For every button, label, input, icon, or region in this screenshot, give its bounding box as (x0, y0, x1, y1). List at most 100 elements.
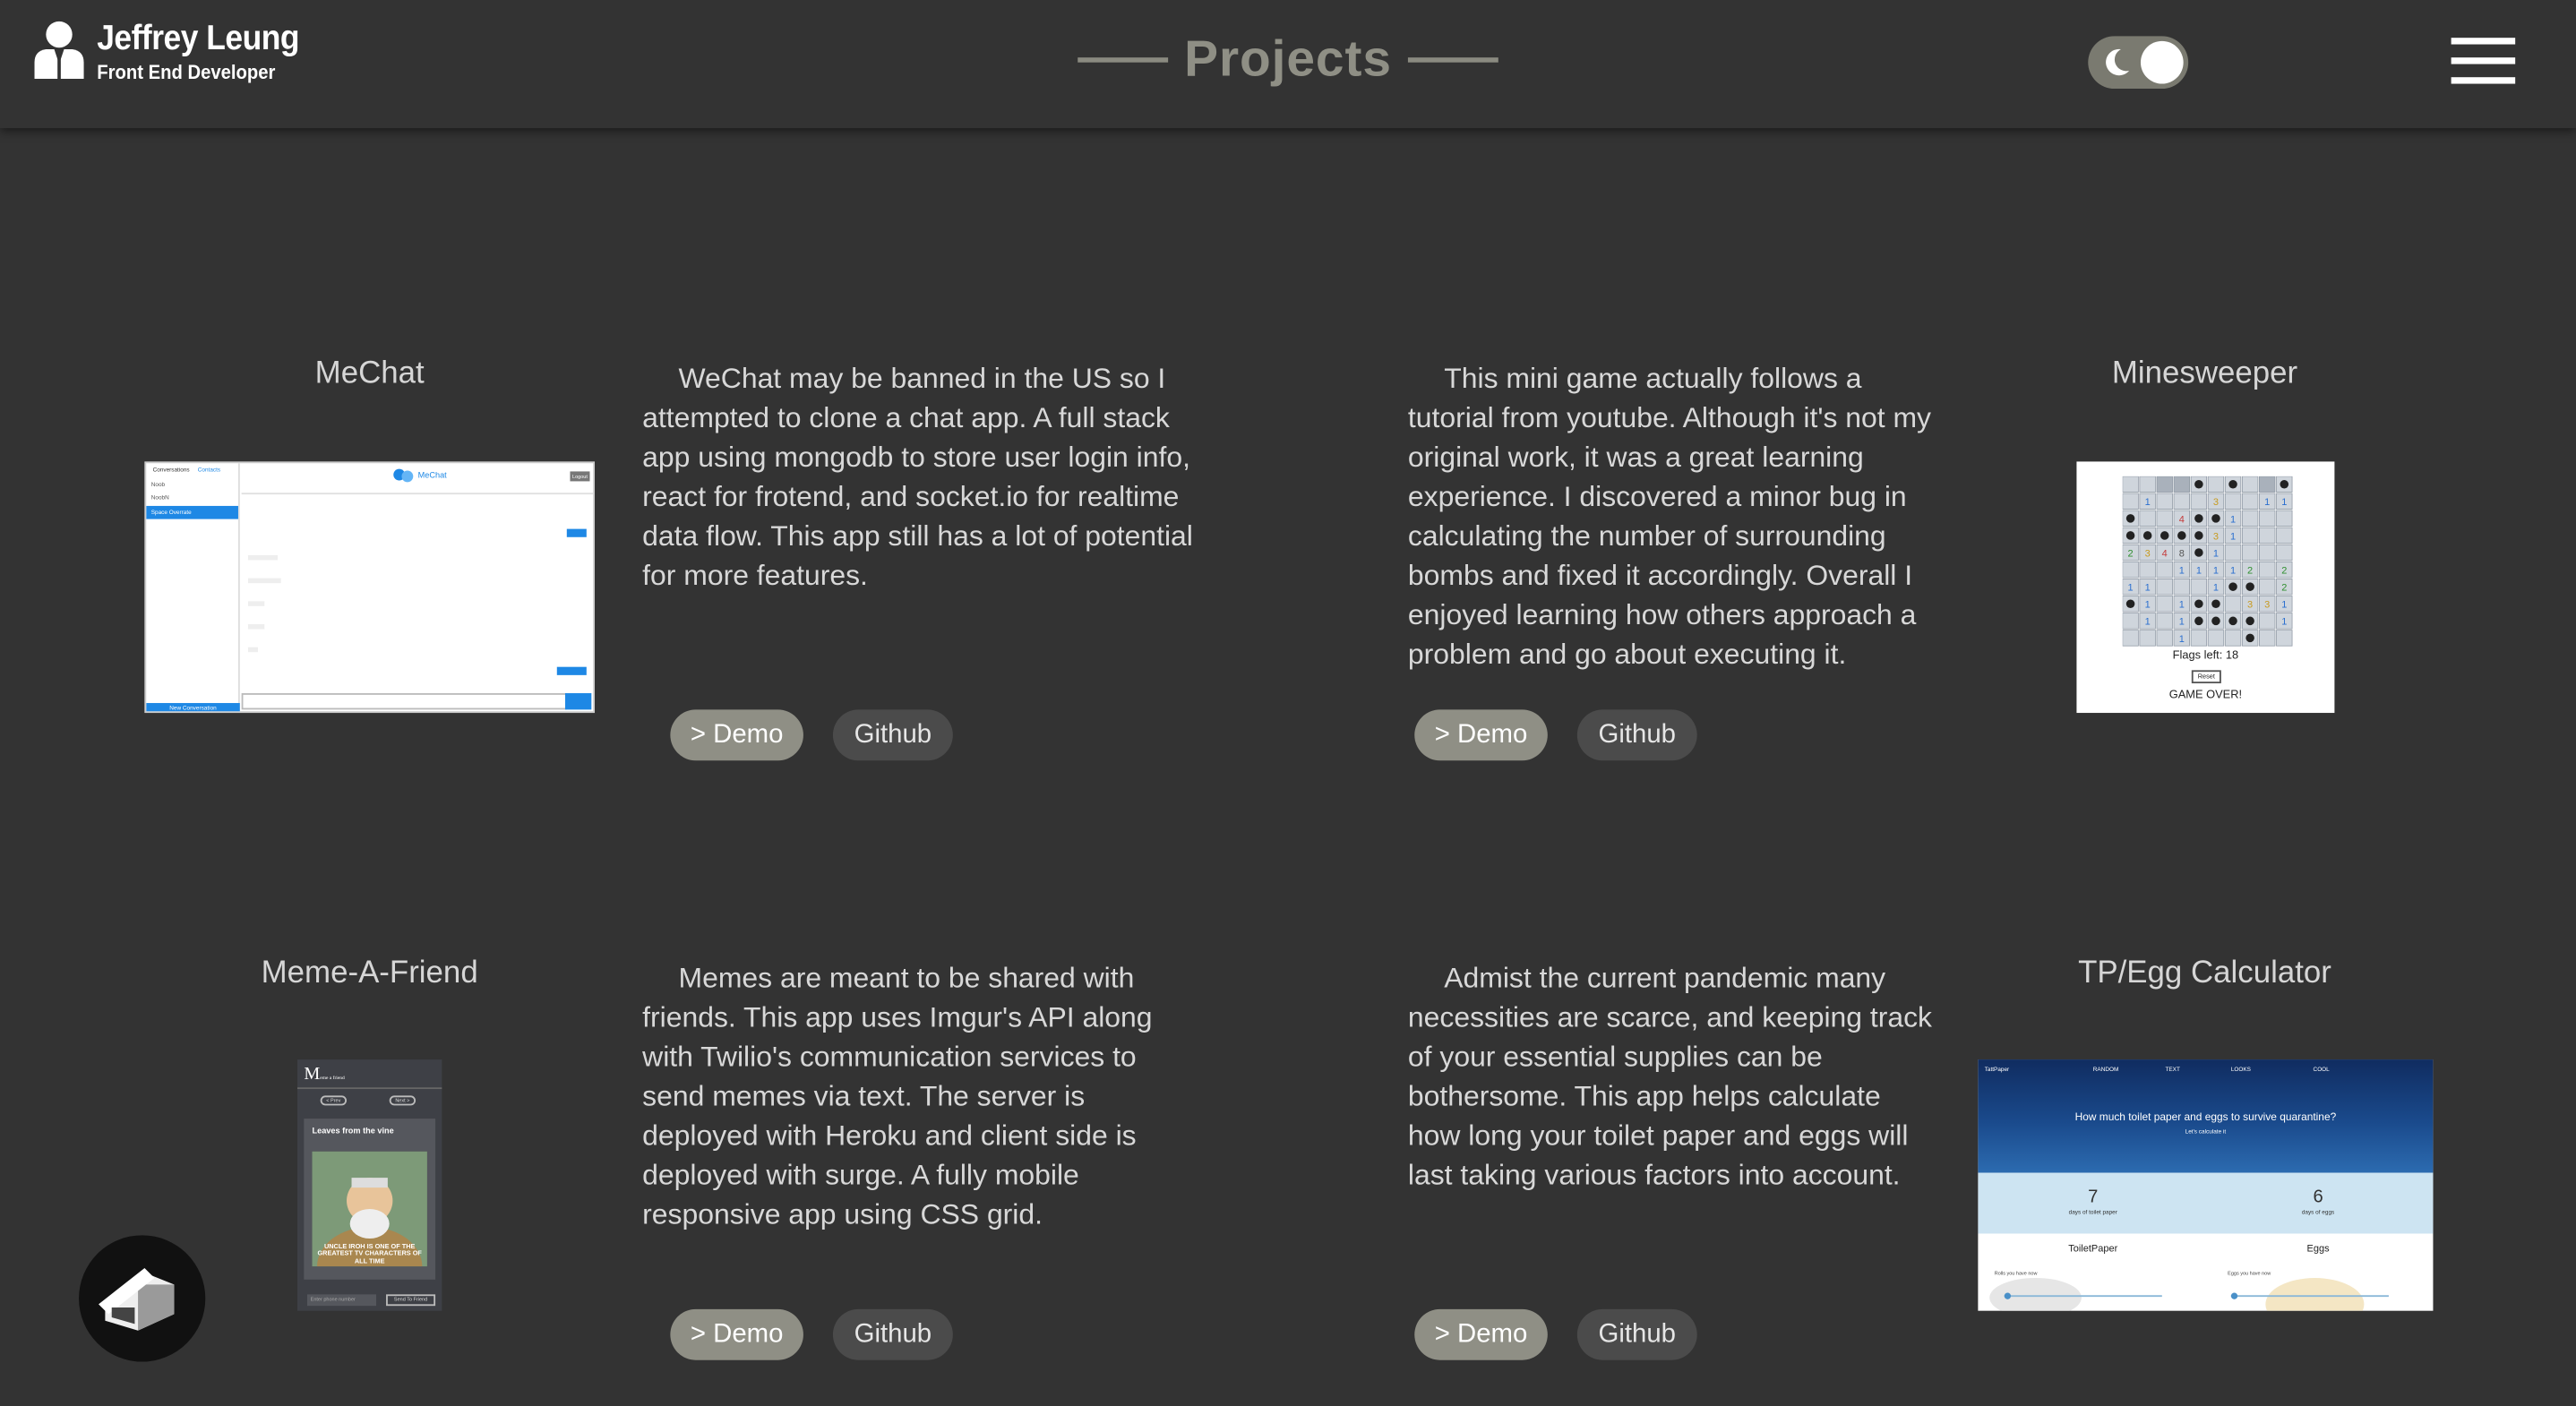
tp-results: 7 days of toilet paper 6 days of eggs (1978, 1172, 2434, 1234)
demo-button[interactable]: > Demo (1414, 1308, 1548, 1360)
project-title: Minesweeper (2111, 356, 2298, 391)
svg-text:2: 2 (2281, 566, 2287, 577)
thumb-text: Enter phone number (306, 1294, 377, 1307)
thumb-text: New Conversation (146, 703, 240, 712)
svg-text:1: 1 (2264, 497, 2270, 508)
thumb-text: Let's calculate it (2185, 1128, 2227, 1136)
meme-card: Leaves from the vine UNCLE IROH IS ONE O… (304, 1119, 436, 1280)
thumb-text: Next > (389, 1095, 416, 1106)
svg-text:3: 3 (2213, 497, 2219, 508)
thumb-text: days of eggs (2301, 1208, 2335, 1216)
thumb-text: COOL (2313, 1066, 2330, 1073)
thumb-text: Eggs (2306, 1245, 2330, 1256)
mechat-screenshot[interactable]: Conversations Contacts Noob NoobN Space … (144, 461, 595, 714)
thumb-text: GAME OVER! (2168, 690, 2243, 702)
github-button[interactable]: Github (1576, 709, 1697, 761)
project-title: TP/Egg Calculator (2078, 956, 2331, 991)
author-name: Jeffrey Leung (97, 20, 300, 58)
person-icon (33, 20, 86, 80)
github-button[interactable]: Github (1576, 1308, 1697, 1360)
author-role: Front End Developer (97, 60, 276, 84)
svg-text:3: 3 (2213, 531, 2219, 542)
thumb-text: How much toilet paper and eggs to surviv… (2074, 1111, 2337, 1124)
demo-button[interactable]: > Demo (670, 709, 803, 761)
house-icon (99, 1268, 175, 1331)
menu-bar-icon (2451, 57, 2516, 64)
svg-text:2: 2 (2128, 548, 2134, 559)
svg-text:3: 3 (2264, 600, 2270, 611)
heading-divider-right (1407, 56, 1498, 62)
svg-text:1: 1 (2213, 548, 2219, 559)
moon-icon (2106, 48, 2130, 76)
tp-egg-calculator-screenshot[interactable]: TattPaper RANDOM TEXT LOOKS COOL How muc… (1978, 1059, 2434, 1311)
thumb-text: Reset (2191, 670, 2221, 684)
thumb-text: Logout (570, 471, 590, 482)
svg-text:1: 1 (2213, 566, 2219, 577)
meme-logo: Meme a friend (304, 1065, 344, 1085)
minesweeper-grid: 1 3 1 14 13 12 3 4 8 11 1 1 1 2 21 1 1 21 1 3 3 11 1 11 (2122, 476, 2293, 647)
github-button[interactable]: Github (832, 1308, 953, 1360)
heading-divider-left (1078, 56, 1169, 62)
thumb-text: RANDOM (2092, 1066, 2119, 1073)
thumb-text: ToiletPaper (2068, 1245, 2118, 1256)
mechat-logo: MeChat (392, 468, 447, 484)
thumb-text: Send To Friend (386, 1294, 436, 1307)
portfolio-page: Jeffrey Leung Front End Developer Projec… (0, 0, 2576, 1406)
github-button[interactable]: Github (832, 709, 953, 761)
page-title-text: Projects (1184, 30, 1392, 88)
meme-a-friend-screenshot[interactable]: Meme a friend < Prev Next > Leaves from … (296, 1059, 442, 1311)
home-fab-button[interactable] (79, 1235, 206, 1362)
thumb-text: LOOKS (2230, 1066, 2251, 1073)
svg-text:1: 1 (2179, 600, 2185, 611)
thumb-text: Noob (150, 481, 166, 488)
project-description: This mini game actually follows a tutori… (1407, 361, 1932, 671)
tp-hero: TattPaper RANDOM TEXT LOOKS COOL How muc… (1978, 1059, 2434, 1173)
thumb-text: eme a friend (320, 1074, 345, 1081)
svg-text:1: 1 (2145, 617, 2151, 628)
svg-text:1: 1 (2281, 497, 2287, 508)
thumb-text: Contacts (197, 466, 221, 474)
svg-text:1: 1 (2230, 514, 2236, 525)
brand[interactable]: Jeffrey Leung Front End Developer (33, 20, 317, 84)
minesweeper-screenshot[interactable]: 13114131234811111221112113311111 Flags l… (2076, 461, 2335, 714)
svg-text:1: 1 (2145, 600, 2151, 611)
thumb-text: NoobN (150, 494, 169, 502)
thumb-text: days of toilet paper (2068, 1208, 2117, 1216)
project-description: Admist the current pandemic many necessi… (1407, 961, 1933, 1191)
menu-bar-icon (2451, 77, 2516, 84)
project-description: Memes are meant to be shared with friend… (642, 961, 1153, 1230)
thumb-text: 7 (2088, 1187, 2099, 1208)
svg-text:1: 1 (2281, 600, 2287, 611)
meme-image: UNCLE IROH IS ONE OF THE GREATEST TV CHA… (312, 1151, 427, 1267)
svg-text:1: 1 (2179, 634, 2185, 645)
demo-button[interactable]: > Demo (670, 1308, 803, 1360)
page-title: Projects (1078, 23, 1498, 96)
thumb-text: Conversations (152, 466, 190, 474)
thumb-text: UNCLE IROH IS ONE OF THE GREATEST TV CHA… (317, 1240, 422, 1265)
svg-text:8: 8 (2179, 548, 2185, 559)
project-title: Meme-A-Friend (261, 956, 478, 991)
thumb-text: MeChat (417, 471, 447, 482)
hamburger-menu-button[interactable] (2451, 38, 2517, 87)
svg-text:1: 1 (2179, 617, 2185, 628)
thumb-text: Leaves from the vine (312, 1127, 394, 1137)
thumb-text: 6 (2313, 1187, 2323, 1208)
svg-text:2: 2 (2247, 566, 2253, 577)
thumb-text: < Prev (320, 1095, 348, 1106)
svg-text:1: 1 (2145, 497, 2151, 508)
svg-text:4: 4 (2179, 514, 2185, 525)
thumb-text: Flags left: 18 (2172, 650, 2239, 663)
thumb-text: Space Overrate (146, 505, 238, 519)
svg-text:3: 3 (2145, 548, 2151, 559)
svg-text:1: 1 (2179, 566, 2185, 577)
toggle-knob (2140, 40, 2184, 84)
demo-button[interactable]: > Demo (1414, 709, 1548, 761)
top-navbar: Jeffrey Leung Front End Developer Projec… (0, 0, 2576, 129)
svg-text:1: 1 (2230, 566, 2236, 577)
svg-text:1: 1 (2196, 566, 2202, 577)
dark-mode-toggle[interactable] (2088, 36, 2189, 90)
svg-text:1: 1 (2145, 583, 2151, 594)
project-title: MeChat (314, 356, 425, 391)
thumb-text: M (304, 1064, 321, 1085)
svg-text:1: 1 (2213, 583, 2219, 594)
